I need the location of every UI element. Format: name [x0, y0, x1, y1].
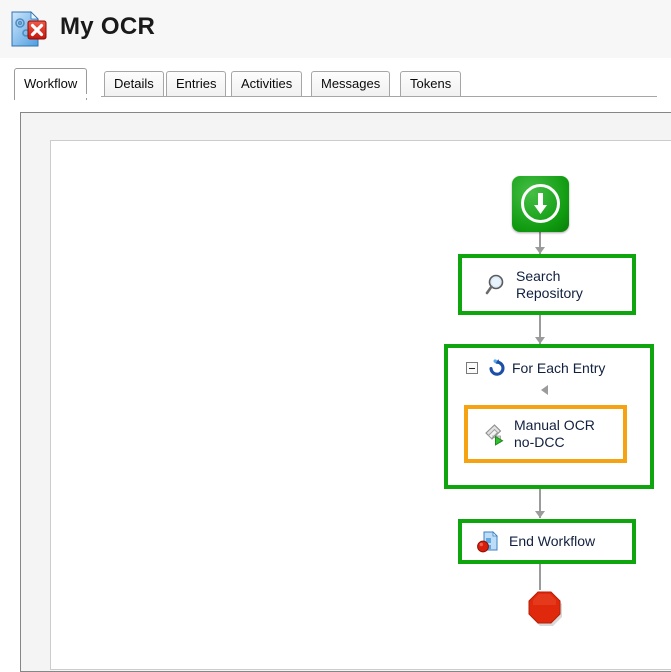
- active-tab-underline-mask: [15, 94, 101, 98]
- node-manual-ocr-label: Manual OCR no-DCC: [514, 417, 595, 450]
- tab-activities[interactable]: Activities: [231, 71, 303, 96]
- arrowhead-search: [535, 247, 545, 254]
- loop-refresh-icon: [487, 358, 506, 377]
- node-end-workflow[interactable]: End Workflow: [458, 519, 636, 564]
- node-search-repository-label: Search Repository: [516, 267, 583, 301]
- tab-underline: [14, 96, 657, 97]
- node-end-workflow-label: End Workflow: [509, 533, 596, 549]
- manual-activity-icon: [483, 421, 509, 447]
- tab-entries[interactable]: Entries: [166, 71, 227, 96]
- arrowhead-foreach: [535, 337, 545, 344]
- tab-messages[interactable]: Messages: [311, 71, 391, 96]
- page-header: My OCR: [0, 0, 671, 58]
- arrowhead-end: [535, 511, 545, 518]
- node-search-repository[interactable]: Search Repository: [458, 254, 636, 315]
- for-each-entry-header: For Each Entry: [466, 358, 605, 377]
- workflow-start-node[interactable]: [512, 176, 569, 232]
- start-down-arrow-icon: [533, 191, 548, 216]
- magnifier-icon: [484, 272, 510, 298]
- collapse-toggle-icon[interactable]: [466, 361, 478, 374]
- page-title: My OCR: [60, 13, 156, 40]
- connector-end-to-stop: [539, 564, 541, 590]
- loopback-arrowhead: [541, 385, 548, 395]
- tab-tokens[interactable]: Tokens: [400, 71, 462, 96]
- node-for-each-entry-label: For Each Entry: [512, 359, 606, 376]
- stop-octagon-icon[interactable]: [525, 590, 564, 629]
- workflow-canvas[interactable]: Search Repository For Each Entry Manual …: [50, 140, 671, 670]
- end-document-icon: [476, 530, 502, 554]
- document-gears-error-icon: [8, 9, 48, 49]
- tab-details[interactable]: Details: [104, 71, 164, 96]
- tab-bar: Workflow Details Entries Activities Mess…: [0, 58, 671, 100]
- node-manual-ocr[interactable]: Manual OCR no-DCC: [464, 405, 627, 463]
